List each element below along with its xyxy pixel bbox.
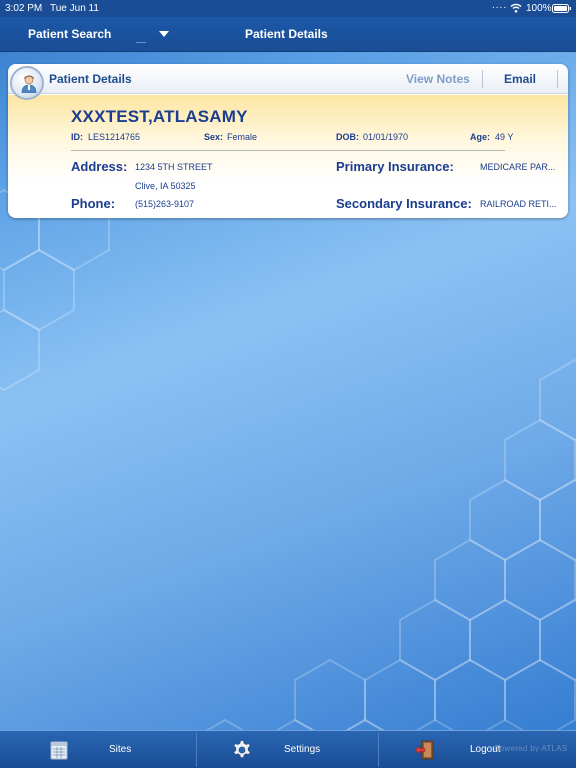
age-value: 49 Y [495,132,514,142]
primary-insurance-label: Primary Insurance: [336,159,454,174]
powered-by-watermark: Powered by ATLAS [494,744,568,753]
sex-value: Female [227,132,258,142]
patient-search-label: Patient Search [28,27,112,41]
dropdown-arrow-icon[interactable] [159,31,169,37]
status-time: 3:02 PM [5,3,43,14]
secondary-insurance-value: RAILROAD RETI... [480,199,557,209]
tab-sites[interactable]: Sites [0,731,196,768]
card-header: Patient Details View Notes Email [8,64,568,94]
gear-icon [233,740,251,759]
patient-info: XXXTEST,ATLASAMY ID: LES1214765 Sex: Fem… [8,95,568,218]
sites-icon [50,741,68,760]
dob-label: DOB: [336,132,359,142]
primary-insurance-value: MEDICARE PAR... [480,162,556,172]
wifi-icon [510,3,522,13]
sex-label: Sex: [204,132,224,142]
id-value: LES1214765 [88,132,141,142]
age-label: Age: [470,132,490,142]
card-title: Patient Details [49,72,132,86]
tab-settings-label: Settings [284,744,321,755]
status-bar: 3:02 PM Tue Jun 11 .... 100% [0,0,576,17]
search-field-underline [136,42,146,43]
address-label: Address: [71,159,128,174]
phone-label: Phone: [71,196,116,211]
patient-avatar-icon [21,75,37,93]
nav-bar: Patient Search Patient Details [0,17,576,52]
patient-details-card: Patient Details View Notes Email XXXTEST… [8,64,568,218]
multitasking-dots: .... [492,0,508,11]
status-date: Tue Jun 11 [50,3,99,14]
logout-icon [414,740,434,760]
battery-percent: 100% [526,3,552,14]
dob-value: 01/01/1970 [363,132,409,142]
info-divider [71,150,505,151]
header-divider [557,70,558,88]
page-title: Patient Details [245,27,328,41]
tab-settings[interactable]: Settings [197,731,378,768]
address-line1: 1234 5TH STREET [135,162,213,172]
header-divider [482,70,483,88]
battery-icon [552,4,571,13]
phone-value[interactable]: (515)263-9107 [135,199,194,209]
tab-bar: Sites Settings Logout Powered by ATLAS [0,730,576,768]
patient-name: XXXTEST,ATLASAMY [71,107,248,126]
secondary-insurance-label: Secondary Insurance: [336,196,472,211]
id-label: ID: [71,132,83,142]
address-line2: Clive, IA 50325 [135,181,196,191]
email-button[interactable]: Email [504,72,536,86]
avatar [10,66,44,100]
view-notes-button[interactable]: View Notes [406,72,470,86]
tab-sites-label: Sites [109,744,132,755]
patient-search-button[interactable]: Patient Search [0,17,197,52]
